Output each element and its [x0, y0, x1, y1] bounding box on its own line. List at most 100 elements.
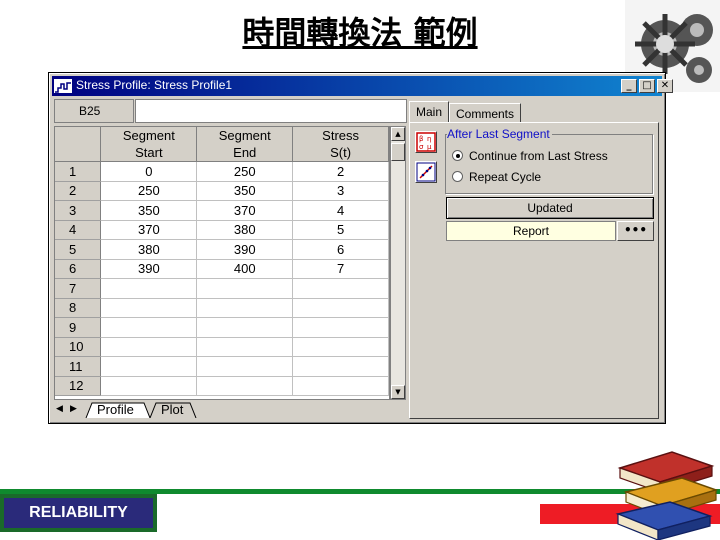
group-label: After Last Segment: [447, 127, 552, 141]
table-cell[interactable]: [100, 317, 198, 338]
column-header-line: End: [233, 145, 257, 160]
table-row: 5 380 390 6: [55, 239, 389, 260]
row-header[interactable]: 3: [55, 200, 102, 221]
table-row: 6 390 400 7: [55, 259, 389, 279]
table-cell[interactable]: [196, 317, 294, 338]
table-cell[interactable]: [196, 376, 294, 396]
option-label: Continue from Last Stress: [469, 149, 608, 163]
table-cell[interactable]: 6: [292, 239, 389, 260]
table-cell[interactable]: [196, 298, 294, 318]
row-header[interactable]: 12: [55, 376, 102, 396]
table-cell[interactable]: 370: [196, 200, 294, 221]
row-header[interactable]: 7: [55, 278, 102, 299]
tab-comments[interactable]: Comments: [449, 103, 522, 123]
row-header[interactable]: 10: [55, 337, 102, 357]
option-label: Repeat Cycle: [469, 170, 542, 184]
formula-input[interactable]: [135, 99, 407, 123]
plot-tool-button[interactable]: [415, 161, 437, 183]
table-cell[interactable]: 5: [292, 220, 389, 240]
column-header-line: Segment: [122, 128, 175, 143]
table-cell[interactable]: [196, 337, 294, 357]
table-cell[interactable]: [292, 278, 389, 299]
table-cell[interactable]: 390: [100, 259, 198, 279]
table-cell[interactable]: [196, 356, 294, 377]
formula-icon: β η σ μ: [416, 132, 436, 152]
sheet-tab-profile[interactable]: Profile: [97, 402, 134, 418]
table-cell[interactable]: 370: [100, 220, 198, 240]
minimize-button[interactable]: _: [621, 79, 637, 93]
svg-text:β: β: [419, 135, 423, 143]
sheet-tab-plot[interactable]: Plot: [161, 402, 183, 418]
table-cell[interactable]: [292, 376, 389, 396]
table-cell[interactable]: [100, 278, 198, 299]
stress-segment-table: Segment Start Segment End Stress S(t) 1 0 250…: [55, 127, 389, 396]
corner-cell[interactable]: [55, 127, 102, 162]
row-header[interactable]: 8: [55, 298, 102, 318]
table-cell[interactable]: 250: [100, 181, 198, 201]
table-cell[interactable]: 7: [292, 259, 389, 279]
spreadsheet-grid[interactable]: Segment Start Segment End Stress S(t) 1 0 250…: [54, 126, 390, 400]
option-repeat-cycle[interactable]: Repeat Cycle: [452, 170, 541, 184]
cell-reference-box[interactable]: B25: [54, 99, 134, 123]
scroll-thumb[interactable]: [391, 143, 405, 161]
radio-selected-icon[interactable]: [452, 150, 463, 161]
stress-profile-window: Stress Profile: Stress Profile1 _ □ ✕ B2…: [48, 72, 673, 424]
tab-scroll-right-icon[interactable]: ▶: [70, 403, 77, 414]
table-cell[interactable]: 400: [196, 259, 294, 279]
window-titlebar[interactable]: Stress Profile: Stress Profile1 _ □ ✕: [52, 76, 673, 96]
table-cell[interactable]: 4: [292, 200, 389, 221]
table-cell[interactable]: 250: [196, 161, 294, 182]
maximize-button[interactable]: □: [639, 79, 655, 93]
table-row: 12: [55, 376, 389, 396]
table-cell[interactable]: [292, 298, 389, 318]
scroll-down-icon[interactable]: ▼: [391, 385, 405, 399]
report-field[interactable]: Report: [446, 221, 616, 241]
row-header[interactable]: 6: [55, 259, 102, 279]
updated-button[interactable]: Updated: [446, 197, 654, 219]
table-row: 2 250 350 3: [55, 181, 389, 201]
table-cell[interactable]: [100, 298, 198, 318]
table-cell[interactable]: 380: [100, 239, 198, 260]
table-cell[interactable]: 0: [100, 161, 198, 182]
column-header-segment-end[interactable]: Segment End: [196, 127, 294, 162]
table-cell[interactable]: [100, 337, 198, 357]
table-row: 3 350 370 4: [55, 200, 389, 221]
table-cell[interactable]: [100, 376, 198, 396]
svg-text:σ: σ: [419, 143, 424, 151]
scroll-up-icon[interactable]: ▲: [391, 127, 405, 141]
row-header[interactable]: 1: [55, 161, 102, 182]
table-cell[interactable]: 350: [100, 200, 198, 221]
radio-unselected-icon[interactable]: [452, 171, 463, 182]
table-row: 1 0 250 2: [55, 161, 389, 182]
column-header-segment-start[interactable]: Segment Start: [100, 127, 198, 162]
table-cell[interactable]: [100, 356, 198, 377]
table-cell[interactable]: [292, 317, 389, 338]
vertical-scrollbar[interactable]: ▲ ▼: [390, 126, 406, 400]
table-cell[interactable]: [292, 356, 389, 377]
books-stack-icon: [615, 451, 719, 540]
formula-tool-button[interactable]: β η σ μ: [415, 131, 437, 153]
column-header-line: Stress: [322, 128, 359, 143]
table-row: 9: [55, 317, 389, 338]
tab-scroll-left-icon[interactable]: ◀: [56, 403, 63, 414]
table-cell[interactable]: 350: [196, 181, 294, 201]
reliability-badge: RELIABILITY: [0, 494, 157, 532]
row-header[interactable]: 2: [55, 181, 102, 201]
column-header-stress[interactable]: Stress S(t): [292, 127, 389, 162]
report-browse-button[interactable]: •••: [617, 221, 654, 241]
table-row: 8: [55, 298, 389, 318]
row-header[interactable]: 4: [55, 220, 102, 240]
row-header[interactable]: 9: [55, 317, 102, 338]
option-continue-from-last-stress[interactable]: Continue from Last Stress: [452, 149, 608, 163]
table-cell[interactable]: 3: [292, 181, 389, 201]
table-cell[interactable]: 390: [196, 239, 294, 260]
table-cell[interactable]: 2: [292, 161, 389, 182]
row-header[interactable]: 11: [55, 356, 102, 377]
row-header[interactable]: 5: [55, 239, 102, 260]
table-cell[interactable]: 380: [196, 220, 294, 240]
tab-main[interactable]: Main: [409, 101, 450, 123]
svg-text:η: η: [427, 135, 431, 143]
table-cell[interactable]: [292, 337, 389, 357]
close-button[interactable]: ✕: [657, 79, 673, 93]
table-cell[interactable]: [196, 278, 294, 299]
